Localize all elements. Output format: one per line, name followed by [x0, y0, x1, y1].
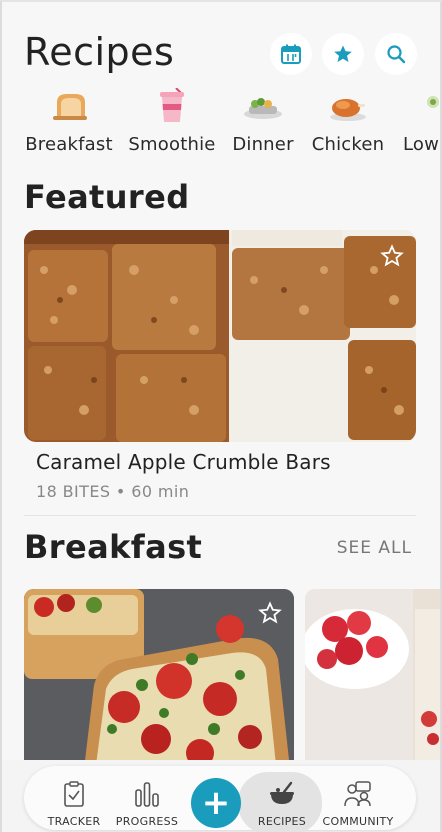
breakfast-recipe-card-2[interactable] [305, 589, 440, 769]
tomato-toast-photo [24, 589, 294, 769]
calendar-icon [281, 44, 301, 64]
crumble-bars-photo [24, 230, 416, 442]
see-all-link[interactable]: SEE ALL [337, 538, 412, 558]
page-title: Recipes [24, 30, 175, 74]
meta-separator: • [115, 482, 126, 501]
featured-recipe-meta: 18 BITES • 60 min [36, 482, 189, 501]
bites-count: 18 BITES [36, 482, 111, 501]
tab-bar-pill: TRACKER PROGRESS + RECIPES COMMUNITY [24, 766, 416, 832]
featured-recipe-name[interactable]: Caramel Apple Crumble Bars [36, 450, 331, 474]
breakfast-recipe-card-1[interactable] [24, 589, 294, 769]
bread-icon [53, 94, 87, 120]
featured-recipe-image[interactable] [24, 230, 416, 442]
meal-plan-button[interactable] [270, 33, 312, 75]
featured-title: Featured [24, 178, 190, 216]
smoothie-icon [160, 88, 184, 122]
favorite-star-icon[interactable] [258, 601, 282, 625]
bottom-tab-bar: TRACKER PROGRESS + RECIPES COMMUNITY [2, 760, 440, 832]
bar-chart-icon [135, 782, 159, 807]
dinner-icon [244, 98, 282, 119]
mixing-bowl-icon [270, 781, 294, 804]
category-chicken[interactable]: Chicken [308, 88, 388, 155]
tab-progress[interactable]: PROGRESS [112, 780, 182, 828]
favorites-button[interactable] [322, 33, 364, 75]
favorite-star-icon[interactable] [380, 244, 404, 268]
category-carousel[interactable]: Breakfast Smoothie Dinner Chicken Low [24, 88, 440, 158]
chicken-icon [330, 99, 366, 121]
section-divider [24, 515, 416, 516]
tab-tracker[interactable]: TRACKER [42, 780, 106, 828]
tab-community[interactable]: COMMUNITY [318, 780, 398, 828]
community-icon [344, 781, 371, 807]
cook-time: 60 min [131, 482, 190, 501]
strawberry-oats-photo [305, 589, 440, 769]
recipes-screen: Recipes Breakfast Smoothie Dinner Chicke… [0, 0, 442, 832]
breakfast-title: Breakfast [24, 528, 203, 566]
tab-recipes[interactable]: RECIPES [250, 780, 314, 828]
plus-icon: + [201, 783, 231, 823]
add-button[interactable]: + [191, 778, 241, 828]
category-smoothie[interactable]: Smoothie [126, 88, 218, 155]
category-breakfast[interactable]: Breakfast [24, 88, 114, 155]
category-dinner[interactable]: Dinner [230, 88, 296, 155]
salad-icon [427, 96, 439, 108]
search-button[interactable] [375, 33, 417, 75]
star-icon [334, 45, 352, 62]
clipboard-check-icon [64, 781, 84, 807]
search-icon [387, 45, 406, 64]
category-low[interactable]: Low [398, 88, 440, 155]
